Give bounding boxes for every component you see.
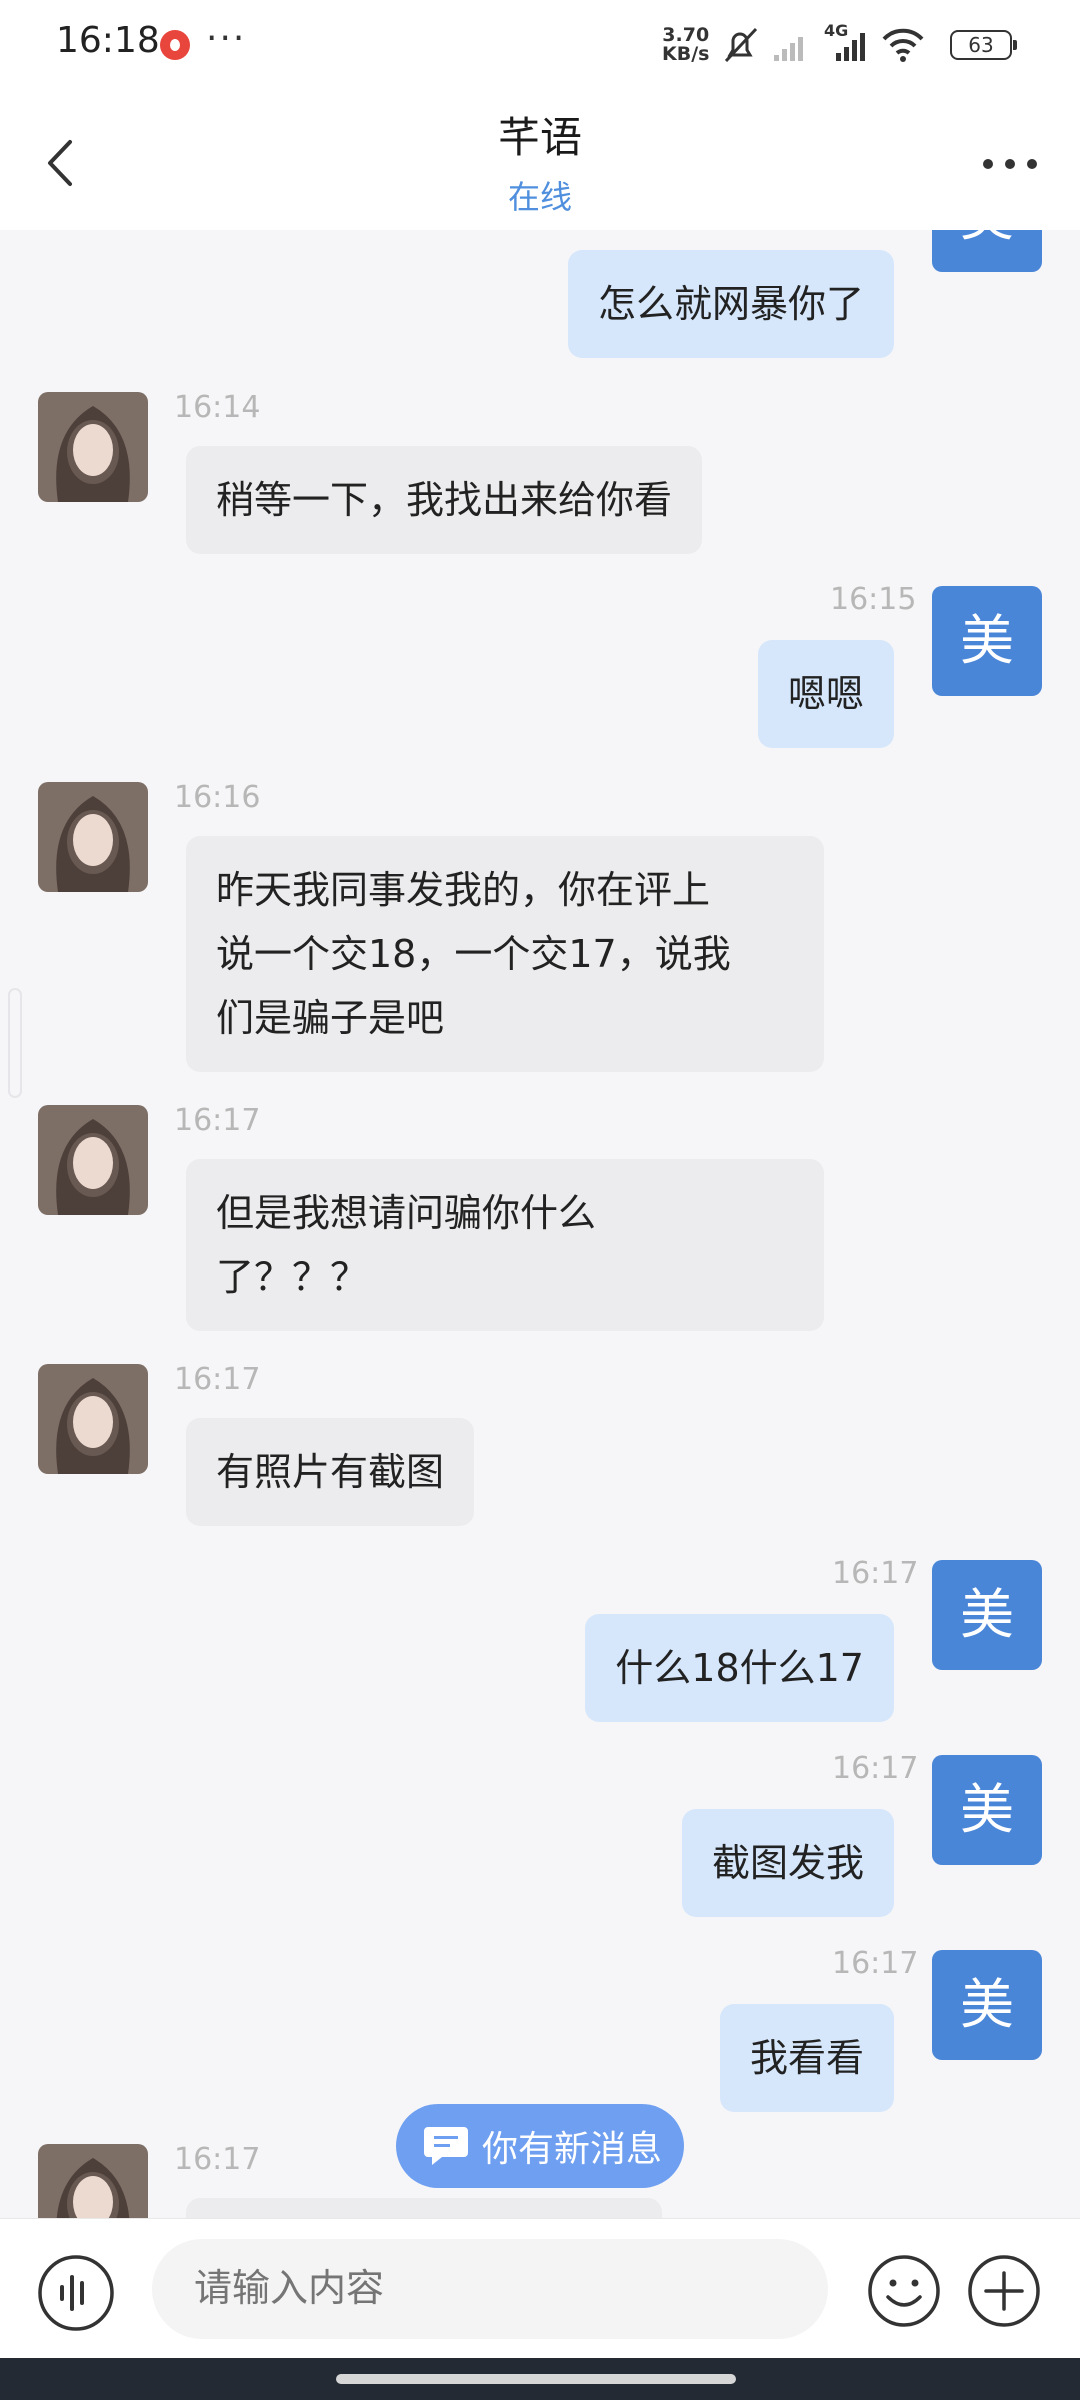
message-line: 了？？？ [216, 1255, 369, 1299]
signal-4g-icon: 4G [822, 21, 870, 65]
message-time: 16:14 [174, 390, 261, 425]
my-avatar[interactable]: 美 [932, 1560, 1042, 1670]
online-status: 在线 [507, 178, 572, 216]
input-bar [0, 2218, 1080, 2358]
message-bubble[interactable]: 我看看 [719, 2004, 894, 2112]
message-line: 们是骗子是吧 [216, 996, 445, 1040]
message-line: 昨天我同事发我的，你在评上 [216, 868, 711, 912]
contact-avatar[interactable] [38, 392, 148, 502]
message-time: 16:17 [832, 1751, 919, 1786]
status-icons: 4G [718, 21, 926, 68]
message-input[interactable] [152, 2239, 828, 2339]
message-time: 16:16 [174, 780, 261, 815]
network-speed: 3.70 KB/s [662, 26, 709, 64]
message-bubble[interactable] [186, 2198, 662, 2218]
home-gesture-handle[interactable] [336, 2374, 736, 2384]
emoji-icon[interactable] [866, 2253, 942, 2329]
my-avatar[interactable]: 美 [932, 1950, 1042, 2060]
status-time: 16:18 [56, 20, 160, 61]
message-bubble[interactable]: 稍等一下，我找出来给你看 [186, 446, 703, 554]
message-bubble[interactable]: 有照片有截图 [186, 1418, 475, 1526]
my-avatar[interactable]: 美 [932, 1755, 1042, 1865]
voice-icon[interactable] [36, 2253, 116, 2333]
mute-bell-icon [724, 27, 758, 63]
message-bubble[interactable]: 但是我想请问骗你什么 了？？？ [186, 1159, 824, 1331]
message-time: 16:17 [174, 1103, 261, 1138]
message-line: 说一个交18，一个交17，说我 [216, 932, 731, 976]
message-time: 16:17 [832, 1556, 919, 1591]
plus-icon[interactable] [966, 2253, 1042, 2329]
edge-scroll-handle[interactable] [8, 988, 22, 1098]
status-bar: 16:18 ··· 3.70 KB/s 4G 63 [0, 0, 1080, 90]
wifi-icon [882, 28, 924, 62]
message-bubble[interactable]: 怎么就网暴你了 [567, 250, 894, 358]
message-time: 16:17 [174, 1362, 261, 1397]
battery-level: 63 [968, 33, 994, 57]
message-bubble[interactable]: 截图发我 [681, 1809, 894, 1917]
battery-icon: 63 [950, 30, 1017, 60]
chat-header: 芊语 在线 [0, 90, 1080, 230]
network-speed-unit: KB/s [662, 43, 710, 65]
message-bubble[interactable]: 嗯嗯 [757, 640, 894, 748]
contact-avatar[interactable] [38, 1364, 148, 1474]
contact-avatar[interactable] [38, 2144, 148, 2218]
contact-name[interactable]: 芊语 [0, 104, 1080, 165]
message-line: 但是我想请问骗你什么 [216, 1191, 597, 1235]
more-dots-icon[interactable] [978, 144, 1042, 184]
music-app-notification-icon [160, 30, 190, 60]
system-navigation-bar [0, 2358, 1080, 2400]
my-avatar[interactable]: 美 [932, 230, 1042, 272]
signal-weak-icon [774, 37, 803, 61]
chat-bubble-icon [424, 2127, 468, 2165]
message-bubble[interactable]: 昨天我同事发我的，你在评上 说一个交18，一个交17，说我 们是骗子是吧 [186, 836, 824, 1072]
my-avatar[interactable]: 美 [932, 586, 1042, 696]
contact-avatar[interactable] [38, 782, 148, 892]
new-message-label: 你有新消息 [482, 2129, 663, 2170]
message-time: 16:17 [174, 2142, 261, 2177]
more-notifications-icon: ··· [206, 18, 247, 59]
contact-avatar[interactable] [38, 1105, 148, 1215]
message-time: 16:17 [832, 1946, 919, 1981]
new-message-button[interactable]: 你有新消息 [396, 2104, 684, 2188]
message-time: 16:15 [830, 582, 917, 617]
message-list[interactable]: 美 怎么就网暴你了 16:14 稍等一下，我找出来给你看 16:15 美 嗯嗯 … [0, 230, 1080, 2218]
message-bubble[interactable]: 什么18什么17 [585, 1614, 894, 1722]
